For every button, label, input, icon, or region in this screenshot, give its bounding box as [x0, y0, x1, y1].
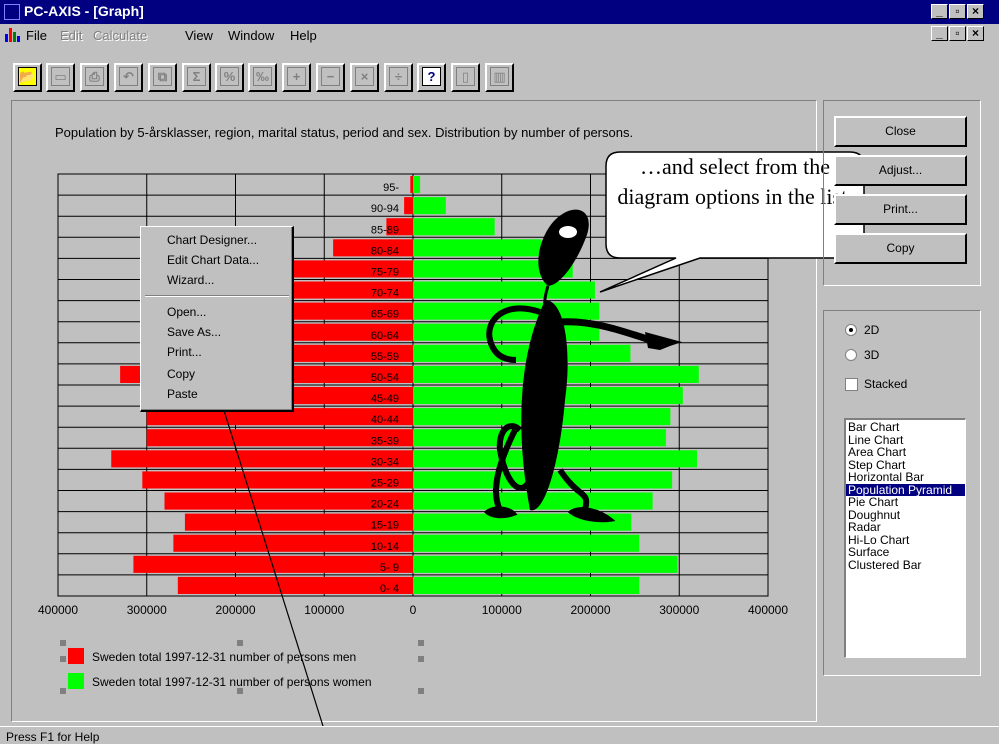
bar-men[interactable] [410, 176, 413, 194]
category-label: 35-39 [371, 435, 399, 447]
legend-label: Sweden total 1997-12-31 number of person… [92, 650, 356, 664]
close-button[interactable]: Close [834, 116, 967, 147]
category-label: 50-54 [371, 372, 399, 384]
menu-edit-chart-data[interactable]: Edit Chart Data... [167, 253, 259, 267]
legend-swatch [68, 648, 84, 664]
x-tick-label: 100000 [304, 603, 344, 617]
category-label: 90-94 [371, 203, 399, 215]
print-button[interactable]: Print... [834, 194, 967, 225]
legend-label: Sweden total 1997-12-31 number of person… [92, 675, 372, 689]
x-tick-label: 200000 [570, 603, 610, 617]
chart-type-item[interactable]: Clustered Bar [846, 558, 965, 572]
x-tick-label: 100000 [482, 603, 522, 617]
chart-type-item[interactable]: Radar [846, 521, 965, 534]
chart-type-list[interactable]: Bar Chart Line Chart Area Chart Step Chart H… [844, 418, 966, 658]
legend-selection-handle [237, 640, 243, 646]
category-label: 95- [383, 182, 399, 194]
menu-print[interactable]: Print... [167, 345, 202, 359]
adjust-button[interactable]: Adjust... [834, 155, 967, 186]
chart-type-item[interactable]: Surface [846, 546, 965, 559]
bar-women[interactable] [413, 534, 640, 552]
legend-selection-handle [418, 656, 424, 662]
category-label: 25-29 [371, 478, 399, 490]
category-label: 5- 9 [380, 562, 399, 574]
status-bar: Press F1 for Help [0, 726, 999, 744]
legend-swatch [68, 673, 84, 689]
category-label: 15-19 [371, 520, 399, 532]
menu-copy[interactable]: Copy [167, 367, 195, 381]
bar-men[interactable] [404, 197, 413, 215]
chart-context-menu: Chart Designer... Edit Chart Data... Wiz… [140, 226, 294, 412]
category-label: 55-59 [371, 351, 399, 363]
bar-women[interactable] [413, 323, 600, 341]
category-label: 10-14 [371, 541, 399, 553]
radio-3d[interactable] [845, 349, 857, 361]
bar-women[interactable] [413, 555, 678, 573]
x-tick-label: 300000 [127, 603, 167, 617]
category-label: 70-74 [371, 288, 399, 300]
chart-type-item[interactable]: Bar Chart [846, 421, 965, 434]
menu-save-as[interactable]: Save As... [167, 325, 221, 339]
legend-selection-handle [60, 688, 66, 694]
bar-women[interactable] [413, 344, 631, 362]
chart-type-item[interactable]: Pie Chart [846, 496, 965, 509]
category-label: 40-44 [371, 414, 399, 426]
radio-3d-label: 3D [864, 348, 880, 362]
menu-chart-designer[interactable]: Chart Designer... [167, 233, 257, 247]
x-tick-label: 400000 [38, 603, 78, 617]
bar-women[interactable] [413, 281, 595, 299]
x-tick-label: 400000 [748, 603, 788, 617]
menu-separator [145, 295, 289, 297]
radio-2d-label: 2D [864, 323, 880, 337]
bar-men[interactable] [133, 555, 413, 573]
category-label: 65-69 [371, 309, 399, 321]
chart-type-item[interactable]: Horizontal Bar [846, 471, 965, 484]
menu-paste[interactable]: Paste [167, 387, 198, 401]
bar-women[interactable] [413, 176, 421, 194]
bar-women[interactable] [413, 239, 542, 257]
bar-women[interactable] [413, 218, 495, 236]
bar-women[interactable] [413, 576, 640, 594]
x-tick-label: 300000 [659, 603, 699, 617]
category-label: 45-49 [371, 393, 399, 405]
stacked-checkbox[interactable] [845, 378, 858, 391]
category-label: 30-34 [371, 456, 399, 468]
legend-selection-handle [60, 656, 66, 662]
category-label: 20-24 [371, 499, 399, 511]
category-label: 80-84 [371, 245, 399, 257]
x-tick-label: 0 [410, 603, 417, 617]
legend-selection-handle [60, 640, 66, 646]
x-tick-label: 200000 [215, 603, 255, 617]
radio-2d[interactable] [845, 324, 857, 336]
stacked-label: Stacked [864, 377, 908, 391]
chart-type-item[interactable]: Area Chart [846, 446, 965, 459]
category-label: 75-79 [371, 267, 399, 279]
bar-women[interactable] [413, 197, 446, 215]
legend-selection-handle [418, 640, 424, 646]
category-label: 0- 4 [380, 583, 399, 595]
chart-title: Population by 5-årsklasser, region, mari… [55, 125, 633, 140]
category-label: 60-64 [371, 330, 399, 342]
copy-button[interactable]: Copy [834, 233, 967, 264]
menu-open[interactable]: Open... [167, 305, 206, 319]
menu-wizard[interactable]: Wizard... [167, 273, 214, 287]
bar-men[interactable] [111, 450, 413, 468]
bar-men[interactable] [177, 576, 413, 594]
category-label: 85-89 [371, 224, 399, 236]
legend-selection-handle [418, 688, 424, 694]
